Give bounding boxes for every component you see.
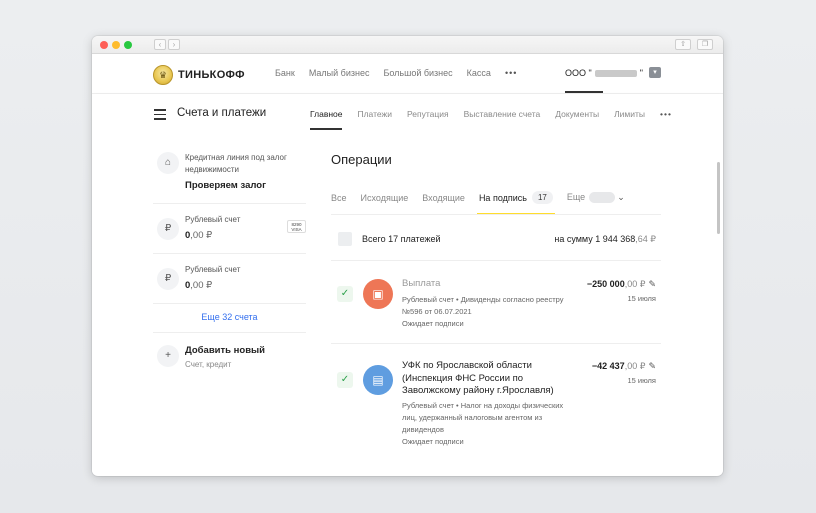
operation-date: 15 июля bbox=[627, 376, 656, 385]
operations-title: Операции bbox=[331, 152, 392, 167]
tab-main[interactable]: Главное bbox=[310, 109, 343, 130]
account-balance: 0,00 ₽ bbox=[185, 280, 213, 291]
row-checkbox-checked[interactable]: ✓ bbox=[337, 286, 353, 302]
add-new-title: Добавить новый bbox=[185, 345, 265, 356]
title-bar: ‹ › ⇧ ❐ bbox=[92, 36, 723, 54]
tabs-divider bbox=[331, 214, 661, 215]
logo-text: ТИНЬКОФФ bbox=[178, 69, 245, 81]
top-navigation: ♛ ТИНЬКОФФ Банк Малый бизнес Большой биз… bbox=[92, 54, 723, 94]
account-prefix: ООО " bbox=[565, 68, 592, 78]
tab-reputation[interactable]: Репутация bbox=[407, 109, 449, 119]
operation-description: Рублевый счет • Налог на доходы физическ… bbox=[402, 401, 564, 434]
document-icon: ▤ bbox=[363, 365, 393, 395]
summary-total: на сумму 1 944 368,64 ₽ bbox=[554, 234, 656, 244]
ruble-icon: ₽ bbox=[157, 268, 179, 290]
operation-title: Выплата bbox=[402, 278, 441, 289]
account-label: Рублевый счет bbox=[185, 265, 241, 274]
chevron-down-icon[interactable]: ▾ bbox=[649, 67, 661, 78]
tab-payments[interactable]: Платежи bbox=[357, 109, 391, 119]
operation-status: Ожидает подписи bbox=[402, 319, 464, 328]
select-all-checkbox[interactable] bbox=[338, 232, 352, 246]
top-menu-item-big-business[interactable]: Большой бизнес bbox=[383, 68, 452, 78]
chevron-down-icon: ⌄ bbox=[617, 191, 625, 202]
credit-line-status: Проверяем залог bbox=[185, 180, 267, 191]
tab-documents[interactable]: Документы bbox=[555, 109, 599, 119]
minimize-window-button[interactable] bbox=[112, 41, 120, 49]
top-menu-item-kassa[interactable]: Касса bbox=[467, 68, 491, 78]
hamburger-menu-icon[interactable] bbox=[154, 109, 166, 123]
close-window-button[interactable] bbox=[100, 41, 108, 49]
visa-card-icon[interactable]: 8290 VISA bbox=[287, 220, 306, 233]
more-redacted bbox=[589, 192, 616, 204]
to-sign-count-badge: 17 bbox=[531, 191, 553, 204]
plus-icon: + bbox=[157, 345, 179, 367]
add-new-button[interactable]: + Добавить новый Счет, кредит bbox=[153, 333, 306, 383]
more-menu-icon[interactable]: ••• bbox=[505, 68, 517, 78]
operations-tabs: Все Исходящие Входящие На подпись 17 Еще… bbox=[331, 191, 625, 215]
account-underline bbox=[565, 91, 603, 93]
scrollbar[interactable] bbox=[717, 162, 720, 234]
wallet-icon: ▣ bbox=[363, 279, 393, 309]
tab-all[interactable]: Все bbox=[331, 193, 347, 203]
operation-description: Рублевый счет • Дивиденды согласно реест… bbox=[402, 295, 564, 316]
tab-to-sign[interactable]: На подпись 17 bbox=[476, 191, 555, 215]
tab-outgoing[interactable]: Исходящие bbox=[361, 193, 409, 203]
operation-date: 15 июля bbox=[627, 294, 656, 303]
tab-to-sign-label: На подпись bbox=[478, 192, 527, 203]
operation-amount: −250 000,00 ₽ ✎ bbox=[586, 279, 656, 289]
tab-invoicing[interactable]: Выставление счета bbox=[464, 109, 541, 119]
credit-line-item[interactable]: ⌂ Кредитная линия под залог недвижимости… bbox=[153, 142, 306, 204]
share-icon[interactable]: ⇧ bbox=[675, 39, 691, 50]
operation-amount: −42 437,00 ₽ ✎ bbox=[591, 361, 656, 371]
tab-incoming[interactable]: Входящие bbox=[422, 193, 465, 203]
account-item[interactable]: ₽ Рублевый счет 0,00 ₽ 8290 VISA bbox=[153, 204, 306, 254]
operation-status: Ожидает подписи bbox=[402, 437, 464, 446]
account-suffix: " bbox=[639, 68, 643, 78]
more-accounts-link[interactable]: Еще 32 счета bbox=[153, 304, 306, 333]
divider bbox=[331, 260, 661, 261]
logo-emblem-icon: ♛ bbox=[153, 65, 173, 85]
operations-summary: Всего 17 платежей на сумму 1 944 368,64 … bbox=[331, 232, 656, 248]
row-checkbox-checked[interactable]: ✓ bbox=[337, 372, 353, 388]
logo[interactable]: ♛ ТИНЬКОФФ bbox=[153, 65, 245, 85]
tabs-icon[interactable]: ❐ bbox=[697, 39, 713, 50]
page-content: ⌂ Кредитная линия под залог недвижимости… bbox=[92, 132, 723, 475]
edit-pencil-icon[interactable]: ✎ bbox=[648, 361, 656, 371]
back-icon[interactable]: ‹ bbox=[154, 39, 166, 50]
tab-more[interactable]: Еще ⌄ bbox=[567, 191, 625, 204]
top-menu-item-small-business[interactable]: Малый бизнес bbox=[309, 68, 370, 78]
edit-pencil-icon[interactable]: ✎ bbox=[648, 279, 656, 289]
account-switcher[interactable]: ООО " " bbox=[565, 68, 643, 78]
add-new-subtitle: Счет, кредит bbox=[185, 360, 232, 369]
section-tabs: Главное Платежи Репутация Выставление сч… bbox=[310, 109, 672, 130]
ruble-icon: ₽ bbox=[157, 218, 179, 240]
section-title: Счета и платежи bbox=[177, 107, 267, 119]
credit-line-caption: Кредитная линия под залог недвижимости bbox=[185, 153, 287, 174]
divider bbox=[331, 343, 661, 344]
maximize-window-button[interactable] bbox=[124, 41, 132, 49]
sidebar: ⌂ Кредитная линия под залог недвижимости… bbox=[153, 142, 306, 383]
account-item[interactable]: ₽ Рублевый счет 0,00 ₽ bbox=[153, 254, 306, 304]
top-menu-item-bank[interactable]: Банк bbox=[275, 68, 295, 78]
top-menu: Банк Малый бизнес Большой бизнес Касса •… bbox=[275, 68, 517, 78]
forward-icon[interactable]: › bbox=[168, 39, 180, 50]
account-name-redacted bbox=[594, 69, 637, 77]
more-tabs-icon[interactable]: ••• bbox=[660, 109, 672, 119]
browser-window: ‹ › ⇧ ❐ ♛ ТИНЬКОФФ Банк Малый бизнес Бол… bbox=[92, 36, 723, 476]
operation-title: УФК по Ярославской области (Инспекция ФН… bbox=[402, 360, 554, 396]
house-clock-icon: ⌂ bbox=[157, 152, 179, 174]
tab-limits[interactable]: Лимиты bbox=[614, 109, 645, 119]
section-navigation: Счета и платежи Главное Платежи Репутаци… bbox=[92, 94, 723, 132]
summary-count: Всего 17 платежей bbox=[362, 234, 441, 244]
